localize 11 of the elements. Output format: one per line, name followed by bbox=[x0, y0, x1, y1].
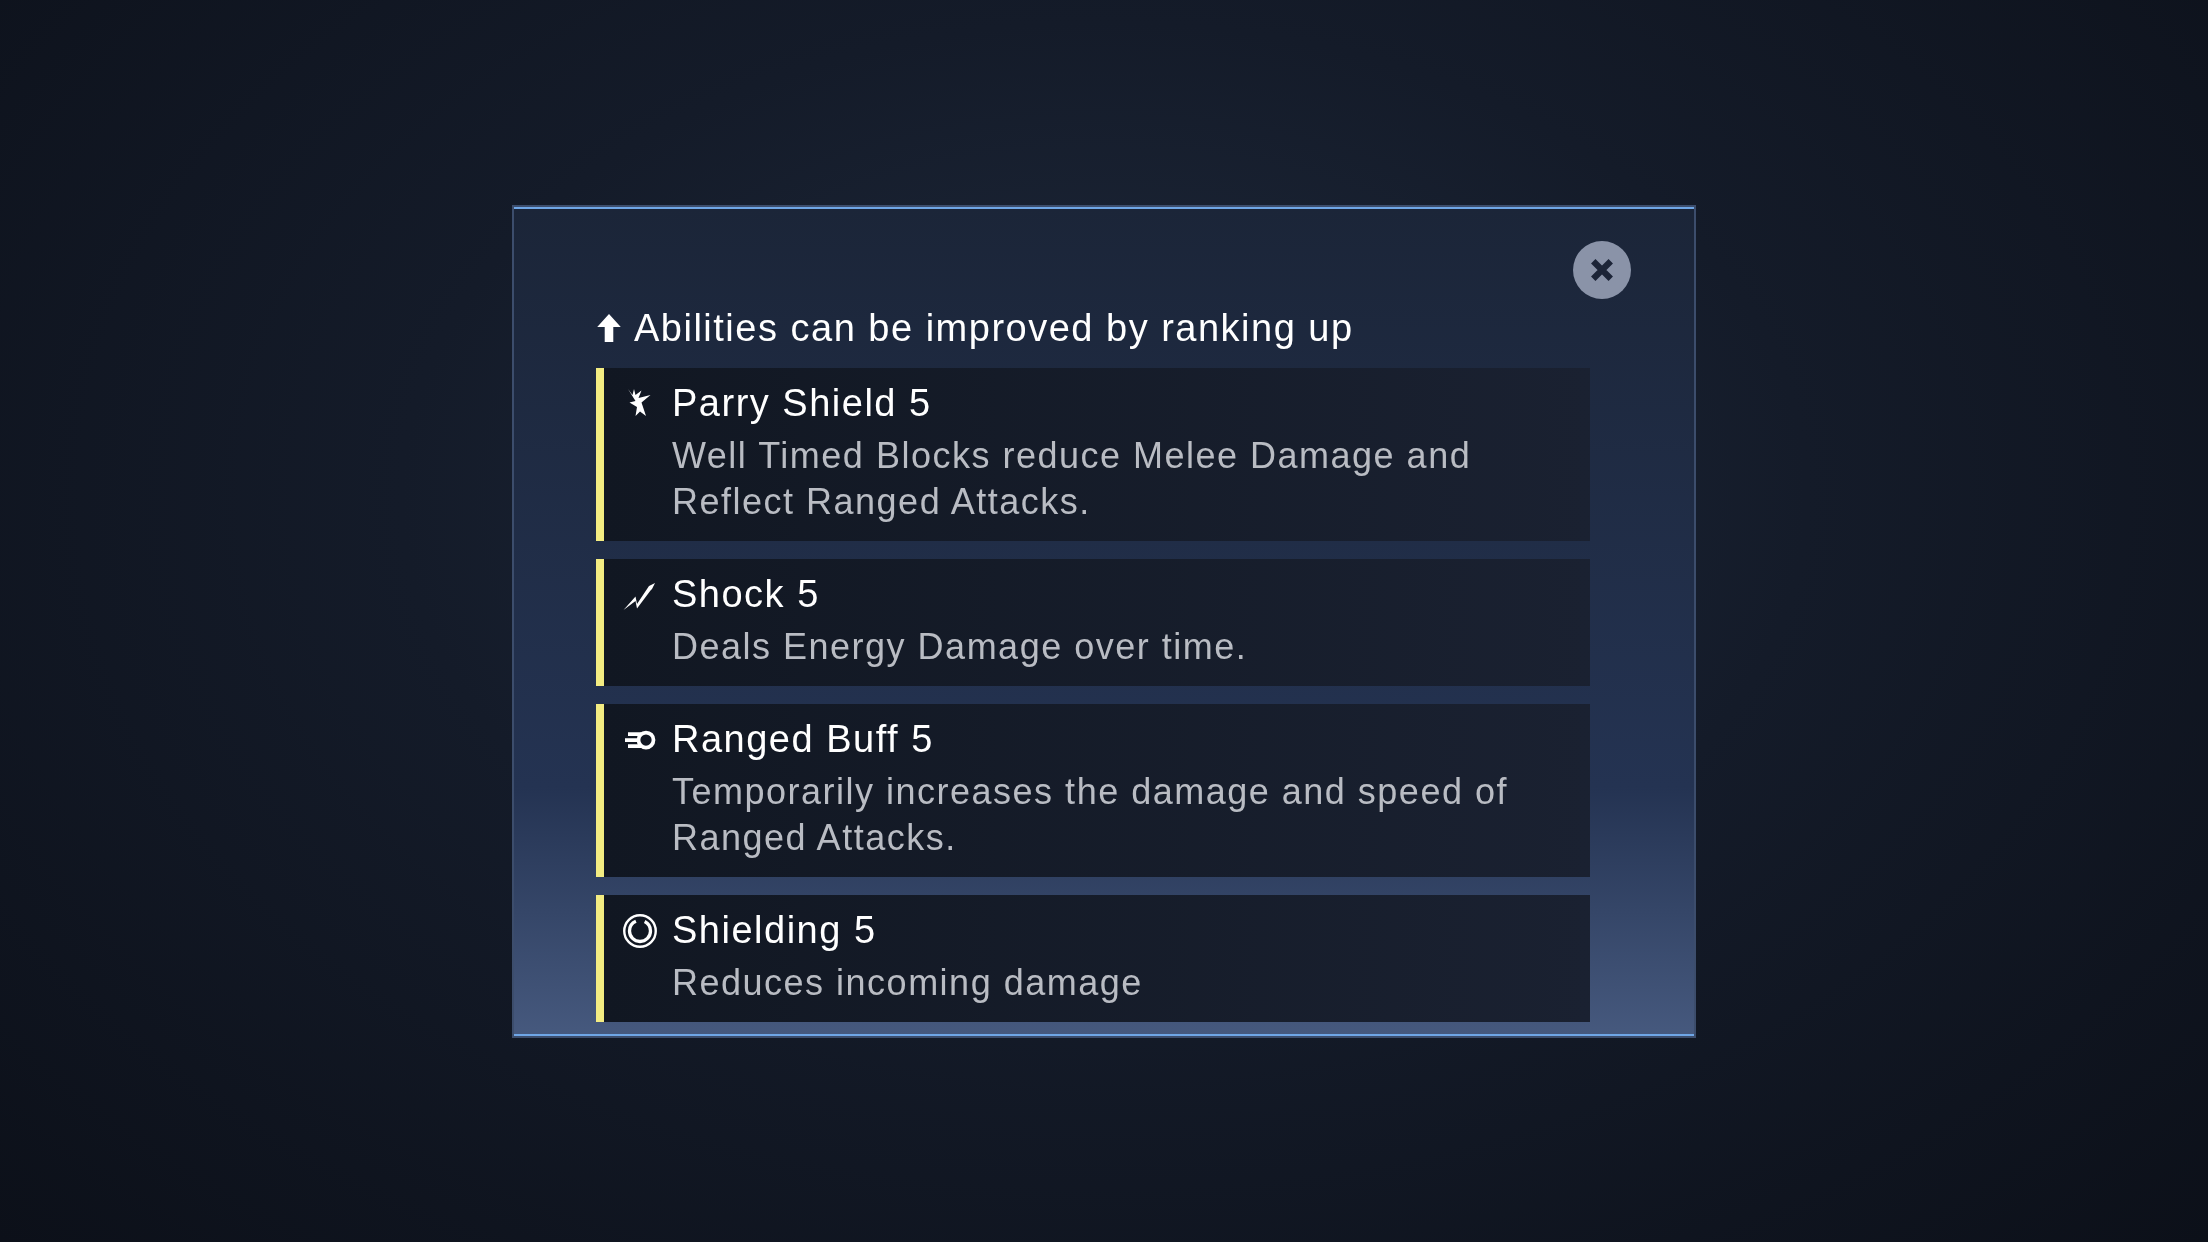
ability-description: Temporarily increases the damage and speed of Ranged Attacks. bbox=[672, 769, 1509, 860]
ability-name: Ranged Buff 5 bbox=[672, 717, 935, 761]
ability-description: Reduces incoming damage bbox=[672, 960, 1143, 1005]
up-arrow-icon bbox=[596, 313, 622, 343]
ability-name: Shielding 5 bbox=[672, 908, 878, 952]
ability-description: Well Timed Blocks reduce Melee Damage and Reflect Ranged Attacks. bbox=[672, 433, 1473, 524]
ability-description: Deals Energy Damage over time. bbox=[672, 624, 1248, 669]
ring-icon bbox=[622, 912, 658, 949]
ability-name: Shock 5 bbox=[672, 572, 821, 616]
dialog-heading: Abilities can be improved by ranking up bbox=[634, 306, 1354, 350]
ability-name: Parry Shield 5 bbox=[672, 381, 933, 425]
